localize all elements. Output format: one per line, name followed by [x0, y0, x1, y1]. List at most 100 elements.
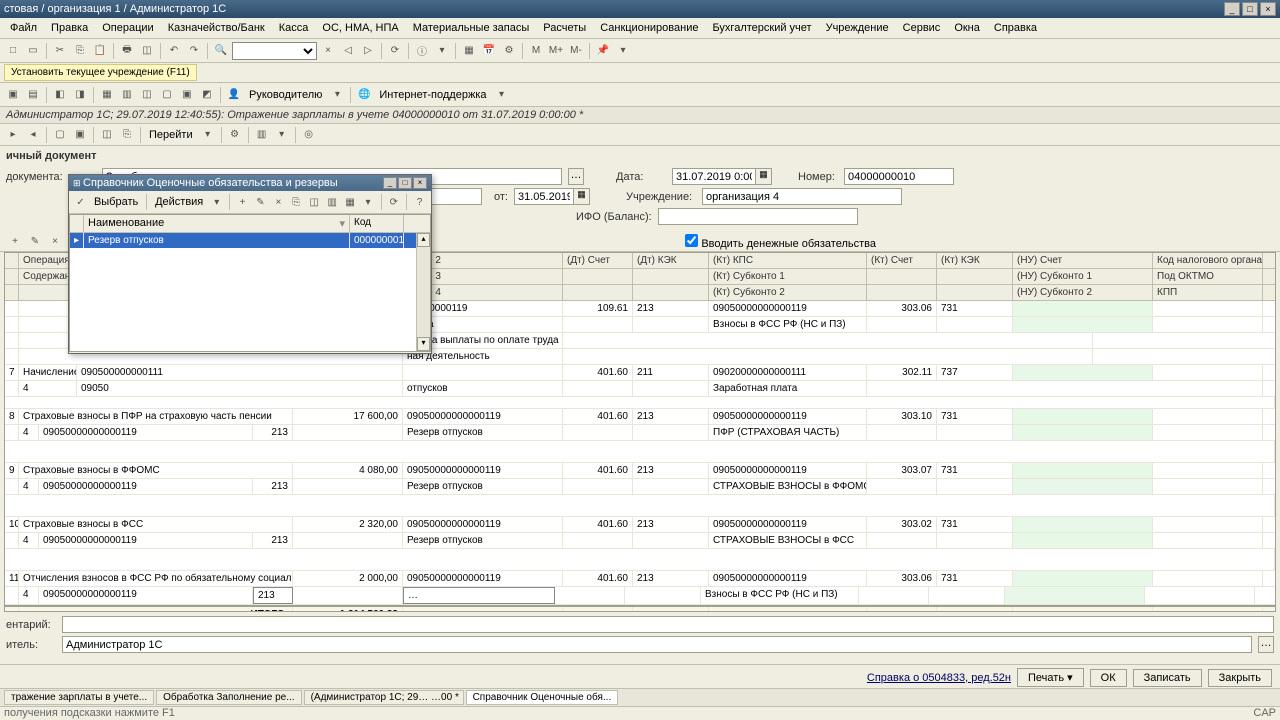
t2-icon9[interactable]: ▣	[178, 86, 196, 104]
close-button[interactable]: ×	[1260, 2, 1276, 16]
maximize-button[interactable]: □	[1242, 2, 1258, 16]
dlg-i1-icon[interactable]: ◫	[307, 193, 322, 211]
table-row[interactable]: 409050000000000119213Резерв отпусковСТРА…	[5, 479, 1275, 495]
globe-icon[interactable]: 🌐	[355, 86, 373, 104]
t2-icon3[interactable]: ◧	[51, 86, 69, 104]
scroll-up-icon[interactable]: ▴	[417, 233, 430, 247]
dd5-icon[interactable]: ▾	[273, 126, 291, 144]
table-row[interactable]: 10Страховые взносы в ФСС2 320,0009050000…	[5, 517, 1275, 533]
ok-button[interactable]: ОК	[1090, 669, 1127, 687]
gh-nuschet[interactable]: (НУ) Счет	[1013, 253, 1153, 268]
select-button[interactable]: Выбрать	[91, 196, 141, 208]
table-row[interactable]: 8Страховые взносы в ПФР на страховую час…	[5, 409, 1275, 425]
menu-service[interactable]: Сервис	[897, 20, 947, 36]
tool-icon[interactable]: ⚙	[500, 42, 518, 60]
dgh-code[interactable]: Код	[350, 215, 404, 232]
menu-ops[interactable]: Операции	[96, 20, 159, 36]
set-org-hint[interactable]: Установить текущее учреждение (F11)	[4, 64, 197, 81]
support-menu[interactable]: Интернет-поддержка	[375, 89, 490, 101]
menu-os[interactable]: ОС, НМА, НПА	[316, 20, 404, 36]
date-field[interactable]	[672, 168, 756, 185]
gt-edit-icon[interactable]: ✎	[26, 233, 44, 251]
gh-ktsub1[interactable]: (Кт) Субконто 1	[709, 269, 867, 284]
t2-icon7[interactable]: ◫	[138, 86, 156, 104]
number-field[interactable]	[844, 168, 954, 185]
mplus-icon[interactable]: M+	[547, 42, 565, 60]
select-icon[interactable]: ✓	[73, 193, 88, 211]
gh-ktkps[interactable]: (Кт) КПС	[709, 253, 867, 268]
t2-icon1[interactable]: ▣	[4, 86, 22, 104]
redo-icon[interactable]: ↷	[185, 42, 203, 60]
dlg-edit-icon[interactable]: ✎	[253, 193, 268, 211]
dd3-icon[interactable]: ▾	[493, 86, 511, 104]
menu-kassa[interactable]: Касса	[273, 20, 315, 36]
dgh-name[interactable]: Наименование ▾	[84, 215, 350, 232]
menu-inst[interactable]: Учреждение	[820, 20, 895, 36]
gh-kpp[interactable]: КПП	[1153, 285, 1263, 300]
menu-acc[interactable]: Бухгалтерский учет	[706, 20, 817, 36]
calendar-picker-icon[interactable]: ▦	[756, 168, 772, 185]
table-row[interactable]	[5, 549, 1275, 571]
table-row[interactable]: 409050000000000119213Резерв отпусковСТРА…	[5, 533, 1275, 549]
dialog-min-icon[interactable]: _	[383, 177, 397, 189]
table-row[interactable]: 409050000000000119213…Взносы в ФСС РФ (Н…	[5, 587, 1275, 605]
refresh-icon[interactable]: ⟳	[386, 42, 404, 60]
t2-icon8[interactable]: ▢	[158, 86, 176, 104]
menu-windows[interactable]: Окна	[948, 20, 986, 36]
dt-icon5[interactable]: ◫	[98, 126, 116, 144]
table-row[interactable]: 4 09050 отпусков Заработная плата	[5, 381, 1275, 397]
info-icon[interactable]: ⓘ	[413, 42, 431, 60]
cut-icon[interactable]: ✂	[51, 42, 69, 60]
save-button[interactable]: Записать	[1133, 669, 1202, 687]
mminus-icon[interactable]: M-	[567, 42, 585, 60]
paste-icon[interactable]: 📋	[91, 42, 109, 60]
exec-field[interactable]	[62, 636, 1252, 653]
menu-sanc[interactable]: Санкционирование	[594, 20, 704, 36]
open-icon[interactable]: ▭	[24, 42, 42, 60]
menu-bank[interactable]: Казначейство/Банк	[162, 20, 271, 36]
close-doc-button[interactable]: Закрыть	[1208, 669, 1272, 687]
dlg-del-icon[interactable]: ×	[271, 193, 286, 211]
table-row[interactable]: 7 Начисление 090500000000111 401.60 211 …	[5, 365, 1275, 381]
comment-field[interactable]	[62, 616, 1274, 633]
dlg-i2-icon[interactable]: ▥	[325, 193, 340, 211]
dialog-grid[interactable]: Наименование ▾ Код ▸ Резерв отпусков 000…	[69, 214, 431, 352]
prev-icon[interactable]: ◁	[339, 42, 357, 60]
next-icon[interactable]: ▷	[359, 42, 377, 60]
tab-item[interactable]: тражение зарплаты в учете...	[4, 690, 154, 705]
help-link[interactable]: Справка о 0504833, ред.52н	[867, 672, 1011, 684]
goto-menu[interactable]: Перейти	[145, 129, 197, 141]
gt-del-icon[interactable]: ×	[46, 233, 64, 251]
dlg-i3-icon[interactable]: ▦	[343, 193, 358, 211]
calc-icon[interactable]: ▦	[460, 42, 478, 60]
undo-icon[interactable]: ↶	[165, 42, 183, 60]
dt-icon7[interactable]: ⚙	[226, 126, 244, 144]
gh-dtschet[interactable]: (Дт) Счет	[563, 253, 633, 268]
table-row[interactable]: 409050000000000119213Резерв отпусковПФР …	[5, 425, 1275, 441]
ifo-field[interactable]	[658, 208, 858, 225]
dlg-add-icon[interactable]: +	[235, 193, 250, 211]
gh-ktsub2[interactable]: (Кт) Субконто 2	[709, 285, 867, 300]
dt-icon1[interactable]: ▸	[4, 126, 22, 144]
m-icon[interactable]: M	[527, 42, 545, 60]
gh-tax[interactable]: Код налогового органа	[1153, 253, 1263, 268]
scroll-down-icon[interactable]: ▾	[417, 337, 430, 351]
boss-icon[interactable]: 👤	[225, 86, 243, 104]
exec-picker-icon[interactable]: …	[1258, 636, 1274, 653]
dropdown-icon[interactable]: ▾	[433, 42, 451, 60]
org-field[interactable]	[702, 188, 902, 205]
print-button[interactable]: Печать ▾	[1017, 668, 1084, 687]
new-icon[interactable]: □	[4, 42, 22, 60]
gh-nusub1[interactable]: (НУ) Субконто 1	[1013, 269, 1153, 284]
boss-menu[interactable]: Руководителю	[245, 89, 326, 101]
menu-edit[interactable]: Правка	[45, 20, 94, 36]
menu-file[interactable]: Файл	[4, 20, 43, 36]
actions-menu[interactable]: Действия	[152, 196, 206, 208]
dt-icon8[interactable]: ▥	[253, 126, 271, 144]
dd-actions-icon[interactable]: ▾	[209, 193, 224, 211]
dialog-max-icon[interactable]: □	[398, 177, 412, 189]
menu-help[interactable]: Справка	[988, 20, 1043, 36]
pin-icon[interactable]: 📌	[594, 42, 612, 60]
table-row[interactable]: 11Отчисления взносов в ФСС РФ по обязате…	[5, 571, 1275, 587]
gh-ktschet[interactable]: (Кт) Счет	[867, 253, 937, 268]
